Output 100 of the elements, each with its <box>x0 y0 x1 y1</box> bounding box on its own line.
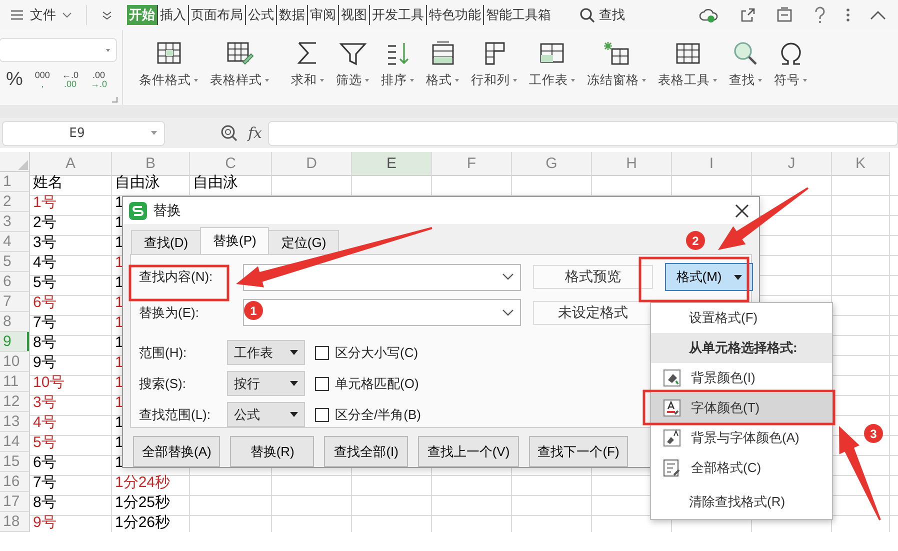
ribbon-tool-button[interactable]: 筛选 <box>330 30 375 89</box>
ribbon-tool-button[interactable]: 条件格式 <box>133 30 204 89</box>
ribbon-tool-button[interactable]: 表格样式 <box>204 30 275 89</box>
table-cell-text: 8号 <box>32 332 56 352</box>
help-icon[interactable] <box>814 6 826 24</box>
ribbon-tool-button[interactable]: 排序 <box>375 30 420 89</box>
ribbon-tab[interactable]: 数据 <box>277 5 308 25</box>
filter-tool-icon <box>338 40 368 66</box>
formula-field[interactable] <box>268 120 898 146</box>
font-size-field[interactable] <box>0 38 117 62</box>
ribbon-tool-button[interactable]: 冻结窗格 <box>581 30 652 89</box>
chevron-down-icon[interactable] <box>62 11 72 19</box>
both-format-icon <box>663 429 681 447</box>
table-cell-text: 1 <box>114 192 124 212</box>
table-cell-text: 4号 <box>32 252 56 272</box>
ribbon-tool-button[interactable]: 工作表 <box>523 30 581 89</box>
table-cell-text: 7号 <box>32 472 56 492</box>
ribbon-tool-button[interactable]: 符号 <box>768 30 813 89</box>
format-preview-button[interactable]: 未设定格式 <box>533 300 653 324</box>
chevron-down-icon <box>502 308 514 316</box>
format-preview-button[interactable]: 格式预览 <box>533 265 653 289</box>
number-format-button[interactable]: 000 , <box>34 71 50 89</box>
ribbon-tool-button[interactable]: 格式 <box>420 30 465 89</box>
table-cell-text: 7号 <box>32 312 56 332</box>
close-button[interactable] <box>735 204 749 218</box>
file-menu[interactable]: 文件 <box>30 6 56 24</box>
dialog-button[interactable]: 全部替换(A) <box>133 436 220 467</box>
cloud-icon[interactable] <box>698 7 720 23</box>
table-cell-text: 1 <box>114 272 124 292</box>
number-format-button[interactable]: ←.0 .00 <box>62 71 78 89</box>
table-cell-text: 3号 <box>32 232 56 252</box>
function-button[interactable]: fx <box>248 124 262 142</box>
more-icon[interactable] <box>846 7 850 23</box>
table-cell-text: 2号 <box>32 212 56 232</box>
dialog-title: 替换 <box>153 202 181 220</box>
menu-item[interactable]: 背景与字体颜色(A) <box>651 423 832 453</box>
table-cell-text: 1 <box>114 252 124 272</box>
ribbon-tab[interactable]: 智能工具箱 <box>484 5 553 25</box>
ribbon-tool-button[interactable]: 查找 <box>723 30 768 89</box>
dialog-tab[interactable]: 查找(D) <box>131 230 202 254</box>
ribbon-tab[interactable]: 特色功能 <box>427 5 484 25</box>
ribbon-tab[interactable]: 审阅 <box>308 5 339 25</box>
dialog-launcher-icon[interactable] <box>112 97 118 103</box>
ribbon-tab[interactable]: 开发工具 <box>370 5 427 25</box>
ribbon-tab[interactable]: 视图 <box>339 5 370 25</box>
zoom-icon[interactable] <box>220 124 238 142</box>
format-dropdown-button[interactable]: 格式(M) <box>665 263 753 291</box>
search-button[interactable]: 查找 <box>579 6 625 24</box>
menu-item[interactable]: 全部格式(C) <box>651 453 832 483</box>
ribbon-tool-button[interactable]: 表格工具 <box>652 30 723 89</box>
table-cell-text: 1 <box>114 372 124 392</box>
menu-item[interactable]: 设置格式(F) <box>651 303 832 333</box>
ribbon-tool-button[interactable]: 求和 <box>285 30 330 89</box>
option-label: 范围(H): <box>139 344 188 362</box>
table-cell-text: 1 <box>114 212 124 232</box>
dialog-tab[interactable]: 替换(P) <box>200 227 270 254</box>
column-header[interactable]: E <box>352 152 432 176</box>
dialog-button[interactable]: 查找全部(I) <box>324 436 408 467</box>
option-checkbox[interactable]: 区分大小写(C) <box>315 344 418 362</box>
customize-icon[interactable] <box>101 10 113 20</box>
table-cell-text: 1号 <box>32 192 56 212</box>
field-label: 查找内容(N): <box>139 268 214 286</box>
table-cell-text: 1 <box>114 432 124 452</box>
option-dropdown[interactable]: 公式 <box>227 402 305 427</box>
share-icon[interactable] <box>740 7 756 23</box>
ribbon-tab[interactable]: 公式 <box>246 5 277 25</box>
table-cell-text: 9号 <box>32 512 56 532</box>
number-format-button[interactable]: % <box>6 70 23 90</box>
table-cell-text: 1 <box>114 352 124 372</box>
dialog-button[interactable]: 查找下一个(F) <box>528 436 628 467</box>
tablestyle-tool-icon <box>224 40 254 66</box>
search-combo-field[interactable] <box>243 264 521 290</box>
clipboard-icon[interactable] <box>776 7 794 23</box>
table-cell-text: 3号 <box>32 392 56 412</box>
table-cell-text: 1分24秒 <box>114 472 170 492</box>
option-dropdown[interactable]: 工作表 <box>227 340 305 365</box>
ribbon-tab[interactable]: 页面布局 <box>189 5 246 25</box>
dialog-tab[interactable]: 定位(G) <box>268 230 340 254</box>
menu-item[interactable]: 背景颜色(I) <box>651 363 832 393</box>
menu-icon[interactable] <box>10 9 24 21</box>
dialog-button[interactable]: 替换(R) <box>230 436 314 467</box>
table-cell-text: 1 <box>114 292 124 312</box>
table-cell-text: 1 <box>114 392 124 412</box>
collapse-icon[interactable] <box>870 10 886 20</box>
dialog-button[interactable]: 查找上一个(V) <box>418 436 519 467</box>
table-cell-text: 1 <box>114 412 124 432</box>
option-checkbox[interactable]: 单元格匹配(O) <box>315 374 419 392</box>
table-cell-text: 1 <box>114 312 124 332</box>
number-format-button[interactable]: .00 →.0 <box>90 71 107 89</box>
menu-item[interactable]: 清除查找格式(R) <box>651 487 832 517</box>
menu-item[interactable]: 字体颜色(T) <box>651 393 832 423</box>
search-combo-field[interactable] <box>243 299 521 326</box>
option-dropdown[interactable]: 按行 <box>227 371 305 396</box>
table-cell-text: 6号 <box>32 292 56 312</box>
field-label: 替换为(E): <box>139 304 200 322</box>
option-checkbox[interactable]: 区分全/半角(B) <box>315 406 421 424</box>
ribbon-tool-button[interactable]: 行和列 <box>465 30 523 89</box>
name-box[interactable]: E9 <box>2 120 165 146</box>
table-cell-text: 5号 <box>32 432 56 452</box>
ribbon-tab[interactable]: 插入 <box>158 5 189 25</box>
